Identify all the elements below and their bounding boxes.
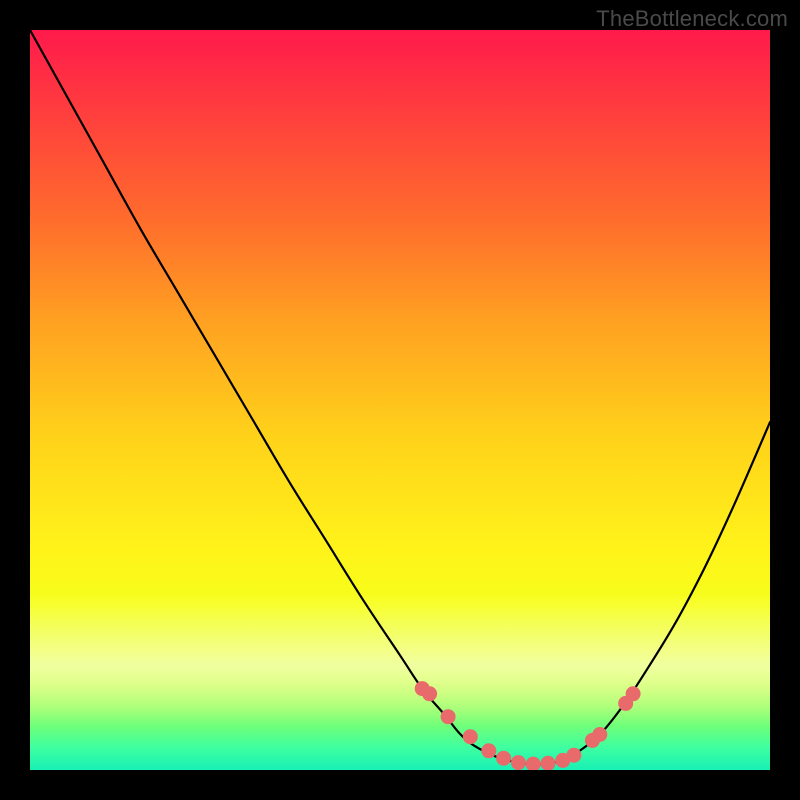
highlight-dot [566, 748, 581, 763]
highlight-dot [592, 727, 607, 742]
curve-layer [30, 30, 770, 770]
highlight-dot [441, 709, 456, 724]
highlight-dot [511, 755, 526, 770]
highlight-dot [463, 729, 478, 744]
highlight-dot [481, 743, 496, 758]
chart-frame: TheBottleneck.com [0, 0, 800, 800]
highlight-dot [541, 756, 556, 770]
highlight-dot [626, 686, 641, 701]
highlight-dot [422, 686, 437, 701]
plot-area [30, 30, 770, 770]
watermark-text: TheBottleneck.com [596, 6, 788, 32]
highlight-dot [496, 751, 511, 766]
bottleneck-curve [30, 30, 770, 764]
highlight-dot [526, 757, 541, 770]
